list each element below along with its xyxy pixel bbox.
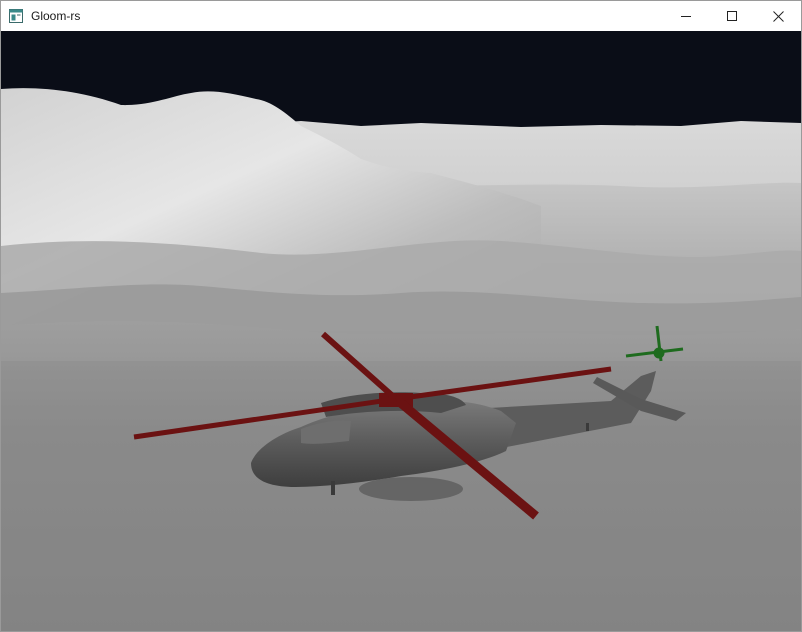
app-window-icon: [9, 9, 23, 23]
maximize-icon: [727, 11, 737, 21]
maximize-button[interactable]: [709, 1, 755, 31]
title-bar[interactable]: Gloom-rs: [1, 1, 801, 31]
helicopter-gear-strut-rear: [586, 423, 589, 431]
render-viewport[interactable]: [1, 31, 801, 631]
app-window: Gloom-rs: [0, 0, 802, 632]
helicopter-gear-strut: [331, 481, 335, 495]
terrain-scene: [1, 31, 801, 631]
helicopter-fuel-pod: [359, 477, 463, 501]
minimize-icon: [681, 16, 691, 17]
tail-rotor-hub: [653, 347, 665, 359]
close-icon: [772, 10, 784, 22]
close-button[interactable]: [755, 1, 801, 31]
minimize-button[interactable]: [663, 1, 709, 31]
window-title: Gloom-rs: [31, 9, 81, 23]
